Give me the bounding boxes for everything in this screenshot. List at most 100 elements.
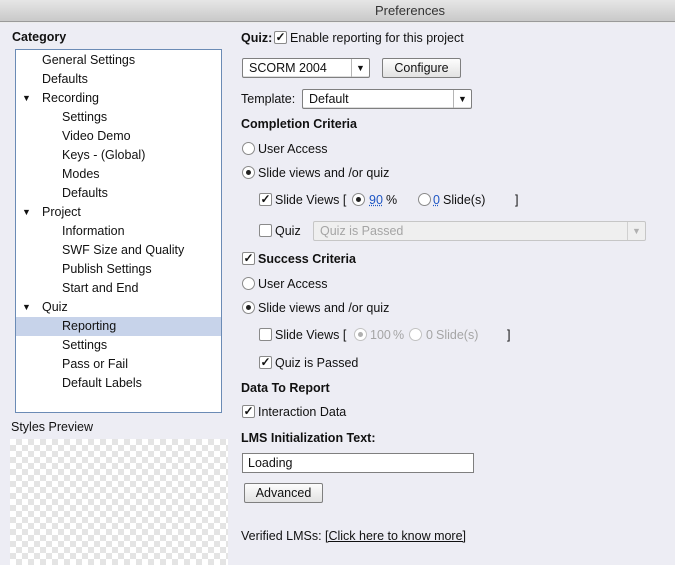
- completion-quiz-checkbox[interactable]: [259, 224, 272, 237]
- success-slide-views-checkbox[interactable]: [259, 328, 272, 341]
- tree-item-label: Default Labels: [62, 376, 142, 390]
- advanced-button[interactable]: Advanced: [244, 483, 323, 503]
- success-user-access-label: User Access: [258, 277, 328, 291]
- success-user-access-radio[interactable]: [242, 277, 255, 290]
- tree-item-label: Reporting: [62, 319, 117, 333]
- tree-item-default-labels[interactable]: Default Labels: [16, 374, 221, 393]
- completion-quiz-label: Quiz: [275, 224, 301, 238]
- tree-item-information[interactable]: Information: [16, 222, 221, 241]
- lms-init-text-input[interactable]: Loading: [242, 453, 474, 473]
- completion-slide-views-quiz-label: Slide views and /or quiz: [258, 166, 390, 180]
- tree-item-label: Modes: [62, 167, 100, 181]
- verified-lms-label: Verified LMSs:: [241, 529, 322, 543]
- completion-percent-input[interactable]: 90: [369, 193, 383, 207]
- enable-reporting-label: Enable reporting for this project: [290, 31, 464, 45]
- completion-slides-radio[interactable]: [418, 193, 431, 206]
- tree-item-label: Video Demo: [62, 129, 131, 143]
- success-quiz-passed-label: Quiz is Passed: [275, 356, 359, 370]
- tree-item-label: Recording: [42, 91, 99, 105]
- completion-slides-input[interactable]: 0: [433, 193, 440, 207]
- tree-item-start-and-end[interactable]: Start and End: [16, 279, 221, 298]
- completion-user-access-label: User Access: [258, 142, 328, 156]
- template-select-value: Default: [309, 92, 349, 106]
- template-select[interactable]: Default ▼: [302, 89, 472, 109]
- success-percent-input[interactable]: 100: [370, 328, 391, 342]
- tree-item-defaults[interactable]: Defaults: [16, 70, 221, 89]
- tree-item-label: General Settings: [42, 53, 136, 67]
- quiz-label: Quiz:: [241, 31, 273, 45]
- success-slides-label: Slide(s): [436, 328, 479, 342]
- lms-select-value: SCORM 2004: [249, 61, 327, 75]
- success-criteria-checkbox[interactable]: ✓: [242, 252, 255, 265]
- chevron-down-icon: ▼: [627, 222, 645, 240]
- success-slides-input[interactable]: 0: [426, 328, 433, 342]
- tree-item-label: Start and End: [62, 281, 139, 295]
- tree-item-label: Publish Settings: [62, 262, 152, 276]
- completion-slides-label: Slide(s): [443, 193, 486, 207]
- chevron-down-icon: ▼: [351, 59, 369, 77]
- tree-item-recording-settings[interactable]: Settings: [16, 108, 221, 127]
- interaction-data-checkbox[interactable]: ✓: [242, 405, 255, 418]
- completion-quiz-select[interactable]: Quiz is Passed ▼: [313, 221, 646, 241]
- category-heading: Category: [12, 30, 67, 44]
- configure-button[interactable]: Configure: [382, 58, 461, 78]
- enable-reporting-checkbox[interactable]: ✓: [274, 31, 287, 44]
- tree-item-pass-or-fail[interactable]: Pass or Fail: [16, 355, 221, 374]
- chevron-down-icon: ▼: [453, 90, 471, 108]
- tree-item-label: SWF Size and Quality: [62, 243, 185, 257]
- success-slide-views-quiz-radio[interactable]: [242, 301, 255, 314]
- tree-item-quiz[interactable]: ▼ Quiz: [16, 298, 221, 317]
- completion-slide-views-quiz-radio[interactable]: [242, 166, 255, 179]
- tree-item-swf-size-quality[interactable]: SWF Size and Quality: [16, 241, 221, 260]
- tree-item-reporting[interactable]: Reporting: [16, 317, 221, 336]
- tree-item-label: Settings: [62, 338, 108, 352]
- preferences-window: Category General Settings Defaults ▼ Reco…: [0, 23, 675, 565]
- tree-item-label: Information: [62, 224, 125, 238]
- completion-criteria-heading: Completion Criteria: [241, 117, 357, 131]
- completion-quiz-select-value: Quiz is Passed: [320, 224, 404, 238]
- verified-lms-link[interactable]: [Click here to know more]: [325, 529, 466, 543]
- percent-sign: %: [386, 193, 398, 207]
- tree-item-publish-settings[interactable]: Publish Settings: [16, 260, 221, 279]
- data-to-report-heading: Data To Report: [241, 381, 330, 395]
- tree-item-label: Settings: [62, 110, 108, 124]
- tree-item-modes[interactable]: Modes: [16, 165, 221, 184]
- tree-item-label: Quiz: [42, 300, 68, 314]
- tree-item-keys-global[interactable]: Keys - (Global): [16, 146, 221, 165]
- success-quiz-passed-checkbox[interactable]: ✓: [259, 356, 272, 369]
- success-slide-views-label: Slide Views [: [275, 328, 347, 342]
- lms-init-text-label: LMS Initialization Text:: [241, 431, 376, 445]
- tree-item-video-demo[interactable]: Video Demo: [16, 127, 221, 146]
- tree-item-quiz-settings[interactable]: Settings: [16, 336, 221, 355]
- lms-select[interactable]: SCORM 2004 ▼: [242, 58, 370, 78]
- styles-preview-label: Styles Preview: [11, 420, 93, 434]
- success-criteria-heading: Success Criteria: [258, 252, 356, 266]
- tree-item-label: Pass or Fail: [62, 357, 128, 371]
- styles-preview-canvas: [10, 439, 228, 565]
- completion-slide-views-label: Slide Views [: [275, 193, 347, 207]
- success-slides-radio[interactable]: [409, 328, 422, 341]
- close-bracket: ]: [515, 193, 519, 207]
- tree-item-project[interactable]: ▼ Project: [16, 203, 221, 222]
- interaction-data-label: Interaction Data: [258, 405, 347, 419]
- success-slide-views-quiz-label: Slide views and /or quiz: [258, 301, 390, 315]
- window-title: Preferences: [374, 3, 446, 18]
- tree-item-label: Project: [42, 205, 81, 219]
- tree-item-label: Keys - (Global): [62, 148, 146, 162]
- success-percent-radio[interactable]: [354, 328, 367, 341]
- title-bar: Preferences: [0, 0, 675, 22]
- percent-sign: %: [393, 328, 405, 342]
- completion-user-access-radio[interactable]: [242, 142, 255, 155]
- tree-item-recording[interactable]: ▼ Recording: [16, 89, 221, 108]
- tree-item-label: Defaults: [62, 186, 108, 200]
- completion-percent-radio[interactable]: [352, 193, 365, 206]
- tree-item-general-settings[interactable]: General Settings: [16, 51, 221, 70]
- tree-item-label: Defaults: [42, 72, 88, 86]
- disclosure-triangle-icon[interactable]: ▼: [22, 89, 31, 108]
- template-label: Template:: [241, 92, 296, 106]
- completion-slide-views-checkbox[interactable]: ✓: [259, 193, 272, 206]
- disclosure-triangle-icon[interactable]: ▼: [22, 203, 31, 222]
- disclosure-triangle-icon[interactable]: ▼: [22, 298, 31, 317]
- category-tree[interactable]: General Settings Defaults ▼ Recording Set…: [15, 49, 222, 413]
- tree-item-recording-defaults[interactable]: Defaults: [16, 184, 221, 203]
